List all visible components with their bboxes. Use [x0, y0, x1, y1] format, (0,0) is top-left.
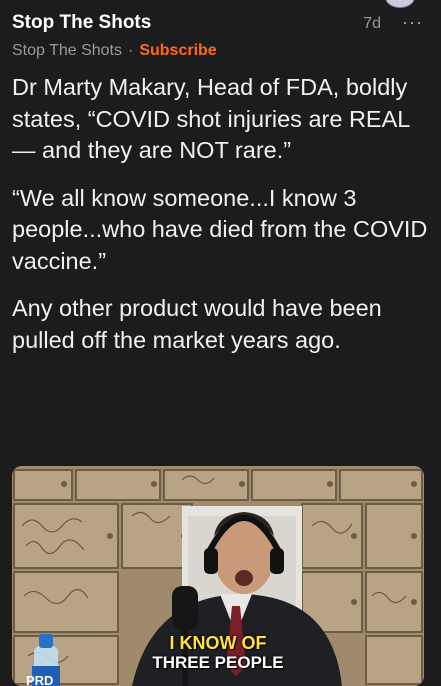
- avatar[interactable]: [385, 0, 415, 8]
- post-header: Stop The Shots 7d ··· Stop The Shots · Sub…: [12, 10, 429, 64]
- caption-line-1: I KNOW OF: [169, 633, 267, 653]
- post-paragraph: Dr Marty Makary, Head of FDA, boldly sta…: [12, 74, 410, 163]
- publication-line: Stop The Shots · Subscribe: [12, 42, 217, 60]
- post-body: Dr Marty Makary, Head of FDA, boldly sta…: [12, 72, 432, 372]
- post-paragraph: Any other product would have been pulled…: [12, 295, 382, 353]
- video-caption: I KNOW OF THREE PEOPLE: [12, 633, 424, 673]
- separator: ·: [128, 42, 134, 59]
- post-paragraph: “We all know someone...I know 3 people..…: [12, 184, 428, 274]
- author-name[interactable]: Stop The Shots: [12, 12, 151, 34]
- video-player[interactable]: I KNOW OF THREE PEOPLE PRD: [12, 466, 424, 686]
- bottle-label: PRD: [26, 673, 54, 686]
- more-icon[interactable]: ···: [402, 12, 423, 33]
- caption-line-2: THREE PEOPLE: [152, 653, 284, 672]
- subscribe-button[interactable]: Subscribe: [139, 42, 216, 59]
- publication-name[interactable]: Stop The Shots: [12, 42, 122, 59]
- post-time: 7d: [363, 15, 381, 32]
